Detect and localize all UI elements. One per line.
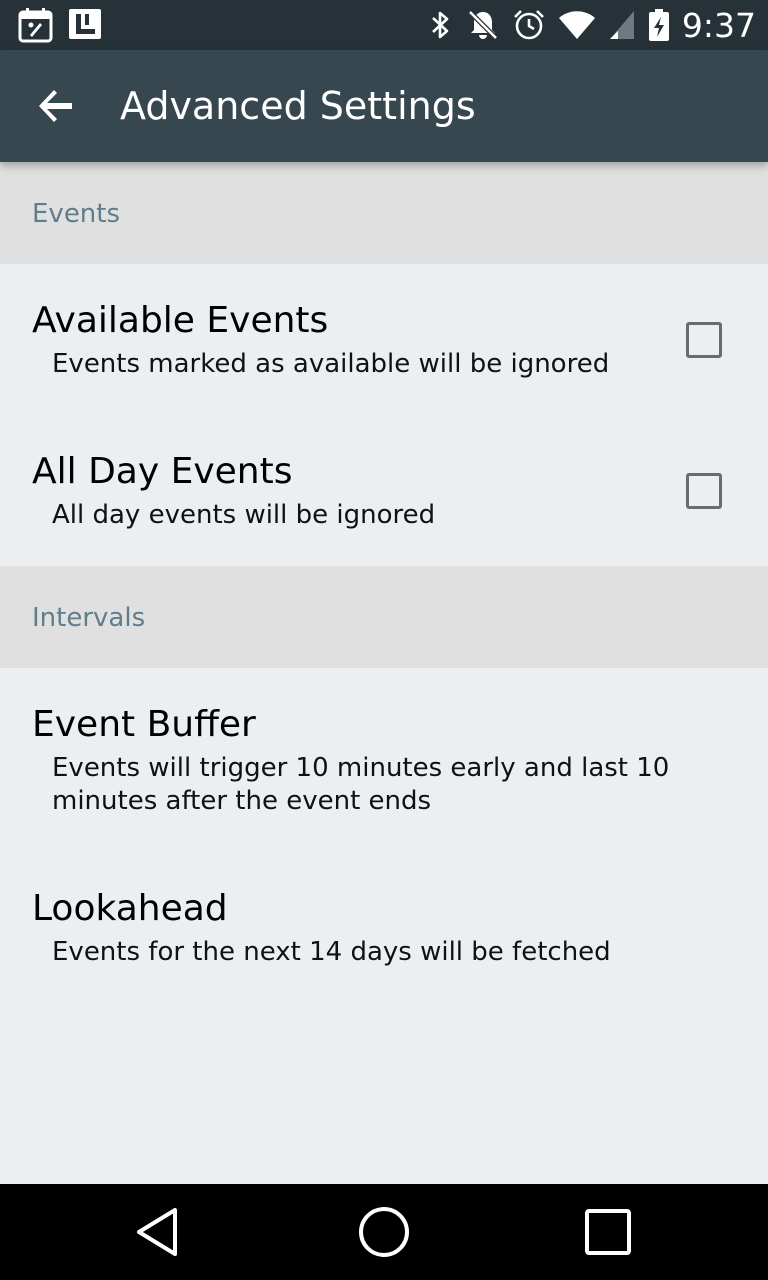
signal-icon <box>609 11 634 39</box>
wifi-icon <box>558 11 595 39</box>
pref-event-buffer[interactable]: Event Buffer Events will trigger 10 minu… <box>0 668 768 852</box>
nav-recents-button[interactable] <box>548 1184 668 1280</box>
back-button[interactable] <box>26 76 86 136</box>
status-right-icons: 9:37 <box>428 0 756 50</box>
battery-charging-icon <box>648 9 669 41</box>
pref-summary: All day events will be ignored <box>52 500 436 530</box>
pref-lookahead[interactable]: Lookahead Events for the next 14 days wi… <box>0 852 768 1003</box>
pref-title: Event Buffer <box>32 704 256 745</box>
all-day-events-checkbox[interactable] <box>686 473 722 509</box>
pref-summary: Events for the next 14 days will be fetc… <box>52 937 611 967</box>
pref-title: All Day Events <box>32 451 293 492</box>
recents-square-icon <box>585 1209 631 1255</box>
pref-summary: Events marked as available will be ignor… <box>52 349 610 379</box>
back-triangle-icon <box>137 1208 177 1256</box>
page-title: Advanced Settings <box>120 84 476 128</box>
app-bar: Advanced Settings <box>0 50 768 162</box>
status-bar: 9:37 <box>0 0 768 50</box>
pref-title: Available Events <box>32 300 329 341</box>
pref-title: Lookahead <box>32 888 228 929</box>
calendar-app-icon <box>18 8 53 43</box>
available-events-checkbox[interactable] <box>686 322 722 358</box>
section-header-events: Events <box>0 162 768 264</box>
section-header-label: Intervals <box>32 603 146 633</box>
nav-back-button[interactable] <box>98 1184 218 1280</box>
navigation-bar <box>0 1184 768 1280</box>
arrow-back-icon <box>39 90 72 122</box>
home-circle-icon <box>359 1207 409 1257</box>
status-time: 9:37 <box>681 5 756 45</box>
pref-available-events[interactable]: Available Events Events marked as availa… <box>0 264 768 415</box>
alarm-icon <box>513 10 544 40</box>
settings-list: Events Available Events Events marked as… <box>0 162 768 1184</box>
status-left-icons <box>18 7 102 43</box>
pref-summary: Events will trigger 10 minutes early and… <box>52 753 670 816</box>
bluetooth-icon <box>432 11 449 39</box>
nav-home-button[interactable] <box>324 1184 444 1280</box>
app-l-icon <box>69 9 101 39</box>
notifications-off-icon <box>468 10 498 40</box>
section-header-label: Events <box>32 199 121 229</box>
pref-all-day-events[interactable]: All Day Events All day events will be ig… <box>0 415 768 566</box>
section-header-intervals: Intervals <box>0 566 768 668</box>
